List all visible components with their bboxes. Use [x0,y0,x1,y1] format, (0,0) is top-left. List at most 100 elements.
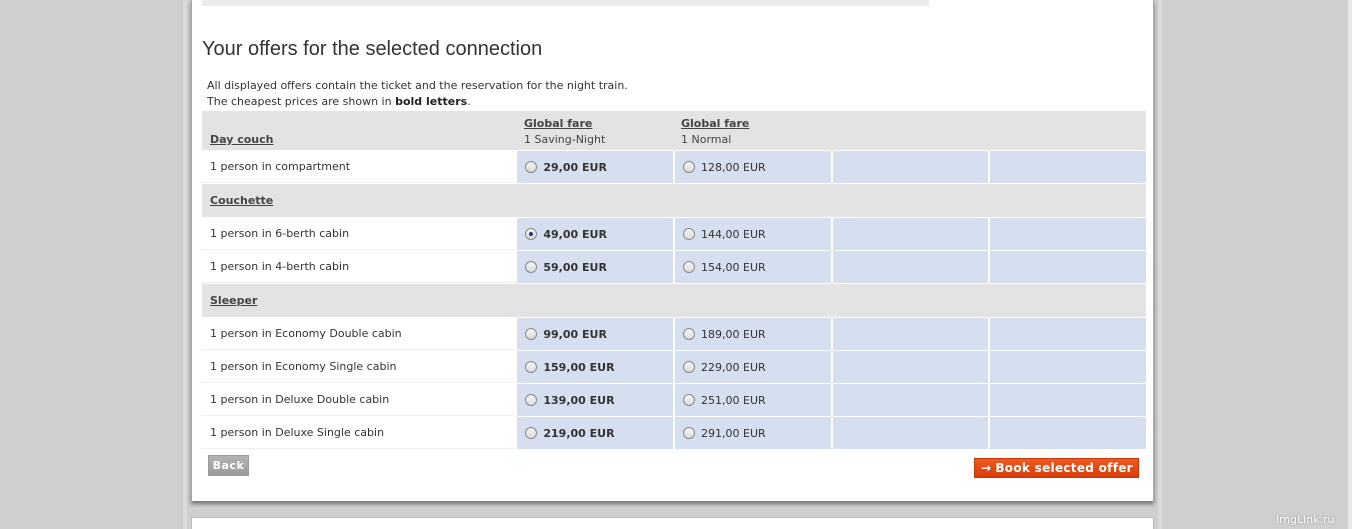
row-label: 1 person in 6-berth cabin [202,218,516,250]
category-day-couch-link[interactable]: Day couch [210,133,273,146]
price-value: 99,00 EUR [543,328,607,341]
previous-section-strip [202,0,929,6]
offer-radio[interactable] [525,361,538,373]
category-couchette-link[interactable]: Couchette [210,194,273,207]
price-cell[interactable]: 29,00 EUR [517,151,674,183]
offer-radio[interactable] [525,261,538,273]
price-cell[interactable]: 59,00 EUR [517,251,674,283]
fare-1-detail: 1 Saving-Night [524,133,606,146]
price-cell[interactable]: 159,00 EUR [517,351,674,383]
book-button-label: Book selected offer [995,461,1133,475]
price-cell[interactable]: 144,00 EUR [675,218,831,250]
table-row: 1 person in Deluxe Double cabin 139,00 E… [202,384,1146,416]
row-label: 1 person in Economy Single cabin [202,351,516,383]
price-cell[interactable]: 99,00 EUR [517,318,674,350]
empty-cell [990,318,1146,350]
price-cell[interactable]: 189,00 EUR [675,318,831,350]
empty-cell [990,151,1146,183]
empty-cell [832,384,989,416]
row-label: 1 person in Deluxe Single cabin [202,417,516,449]
empty-cell [832,417,989,449]
empty-cell [990,417,1146,449]
price-cell[interactable]: 49,00 EUR [517,218,674,250]
fare-2-detail: 1 Normal [681,133,732,146]
empty-cell [990,384,1146,416]
intro-line-2: The cheapest prices are shown in bold le… [207,95,471,108]
section-couchette: Couchette [202,184,1146,217]
fare-1-link[interactable]: Global fare [524,117,592,130]
empty-cell [832,218,989,250]
row-label: 1 person in 4-berth cabin [202,251,516,283]
offer-radio[interactable] [525,394,538,406]
intro-line-1: All displayed offers contain the ticket … [207,79,628,92]
price-cell[interactable]: 139,00 EUR [517,384,674,416]
empty-cell [832,251,989,283]
intro-bold-text: bold letters [395,95,468,108]
empty-cell [990,251,1146,283]
fare-2-link[interactable]: Global fare [681,117,749,130]
offer-radio[interactable] [525,427,538,439]
page-rail-left [183,0,187,529]
offer-radio[interactable] [683,261,696,273]
price-cell[interactable]: 229,00 EUR [675,351,831,383]
price-value: 49,00 EUR [543,228,607,241]
table-row: 1 person in Economy Double cabin 99,00 E… [202,318,1146,350]
header-fare-2: Global fare 1 Normal [675,111,832,150]
table-row: 1 person in compartment 29,00 EUR 128,00… [202,151,1146,183]
price-value: 291,00 EUR [701,427,766,440]
empty-cell [832,318,989,350]
arrow-right-icon: → [981,461,992,475]
table-row: 1 person in 6-berth cabin 49,00 EUR 144,… [202,218,1146,250]
offer-radio[interactable] [683,228,696,240]
table-header-row: Day couch Global fare 1 Saving-Night Glo… [202,111,1146,150]
empty-cell [990,218,1146,250]
price-value: 219,00 EUR [543,427,615,440]
offers-table: Day couch Global fare 1 Saving-Night Glo… [202,111,1146,449]
offer-radio[interactable] [683,394,696,406]
price-value: 189,00 EUR [701,328,766,341]
category-sleeper-link[interactable]: Sleeper [210,294,257,307]
offer-radio[interactable] [525,161,538,173]
price-value: 29,00 EUR [543,161,607,174]
header-empty-2 [989,111,1146,150]
header-category-cell: Day couch [202,111,518,150]
offer-radio[interactable] [683,328,696,340]
header-empty-1 [832,111,989,150]
price-value: 128,00 EUR [701,161,766,174]
page-title: Your offers for the selected connection [202,38,543,60]
offer-radio-selected[interactable] [525,228,538,240]
price-value: 229,00 EUR [701,361,766,374]
offer-radio[interactable] [683,427,696,439]
row-label: 1 person in compartment [202,151,516,183]
empty-cell [832,151,989,183]
price-value: 251,00 EUR [701,394,766,407]
table-row: 1 person in Economy Single cabin 159,00 … [202,351,1146,383]
price-value: 159,00 EUR [543,361,615,374]
header-fare-1: Global fare 1 Saving-Night [518,111,675,150]
book-selected-offer-button[interactable]: → Book selected offer [974,458,1139,478]
price-cell[interactable]: 154,00 EUR [675,251,831,283]
row-label: 1 person in Economy Double cabin [202,318,516,350]
watermark: ImgLink.ru [1276,513,1335,526]
intro-text: All displayed offers contain the ticket … [207,78,628,110]
offer-radio[interactable] [525,328,538,340]
table-row: 1 person in 4-berth cabin 59,00 EUR 154,… [202,251,1146,283]
window-scrollbar[interactable] [1348,0,1352,529]
price-cell[interactable]: 251,00 EUR [675,384,831,416]
back-button[interactable]: Back [208,455,249,476]
price-value: 154,00 EUR [701,261,766,274]
offer-radio[interactable] [683,361,696,373]
empty-cell [990,351,1146,383]
price-value: 144,00 EUR [701,228,766,241]
price-value: 59,00 EUR [543,261,607,274]
page-rail-right [1158,0,1162,529]
offer-radio[interactable] [683,161,696,173]
section-sleeper: Sleeper [202,284,1146,317]
price-cell[interactable]: 128,00 EUR [675,151,831,183]
row-label: 1 person in Deluxe Double cabin [202,384,516,416]
offers-panel: Your offers for the selected connection … [191,0,1154,501]
price-value: 139,00 EUR [543,394,615,407]
price-cell[interactable]: 219,00 EUR [517,417,674,449]
price-cell[interactable]: 291,00 EUR [675,417,831,449]
table-row: 1 person in Deluxe Single cabin 219,00 E… [202,417,1146,449]
